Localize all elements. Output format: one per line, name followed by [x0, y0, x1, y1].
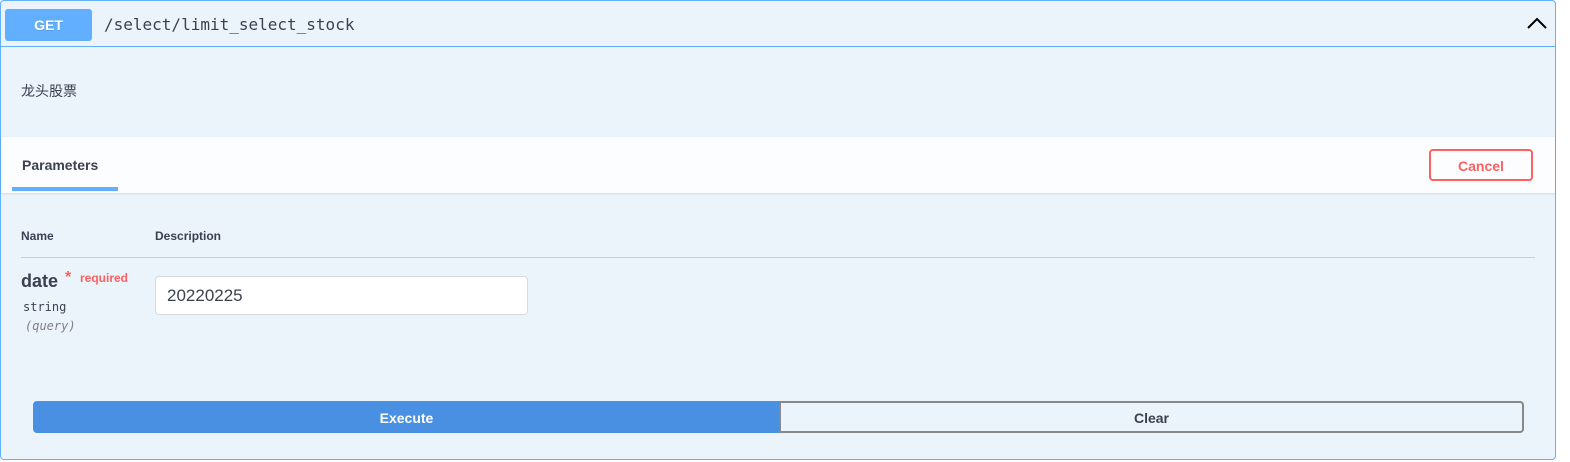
execute-button[interactable]: Execute: [33, 401, 780, 433]
cancel-button[interactable]: Cancel: [1429, 149, 1533, 181]
header-divider: [21, 257, 1535, 258]
date-input[interactable]: [155, 276, 528, 315]
chevron-up-icon[interactable]: [1525, 11, 1549, 35]
tab-parameters[interactable]: Parameters: [12, 137, 118, 193]
required-star: *: [65, 269, 72, 286]
column-header-description: Description: [155, 229, 222, 243]
tab-active-indicator: [12, 187, 118, 191]
column-header-name: Name: [21, 229, 54, 243]
tab-parameters-label: Parameters: [22, 157, 99, 173]
operation-description: 龙头股票: [21, 84, 77, 100]
param-name: date: [21, 271, 59, 291]
param-type: string: [23, 300, 67, 314]
parameters-section-header: Parameters Cancel: [1, 137, 1555, 193]
operation-block: GET /select/limit_select_stock 龙头股票 Para…: [0, 0, 1556, 460]
required-label: required: [80, 271, 129, 285]
operation-summary[interactable]: GET /select/limit_select_stock: [1, 1, 1555, 47]
param-location: (query): [25, 319, 76, 333]
clear-button[interactable]: Clear: [779, 401, 1524, 433]
http-method-badge: GET: [5, 9, 92, 41]
endpoint-path: /select/limit_select_stock: [104, 15, 355, 34]
